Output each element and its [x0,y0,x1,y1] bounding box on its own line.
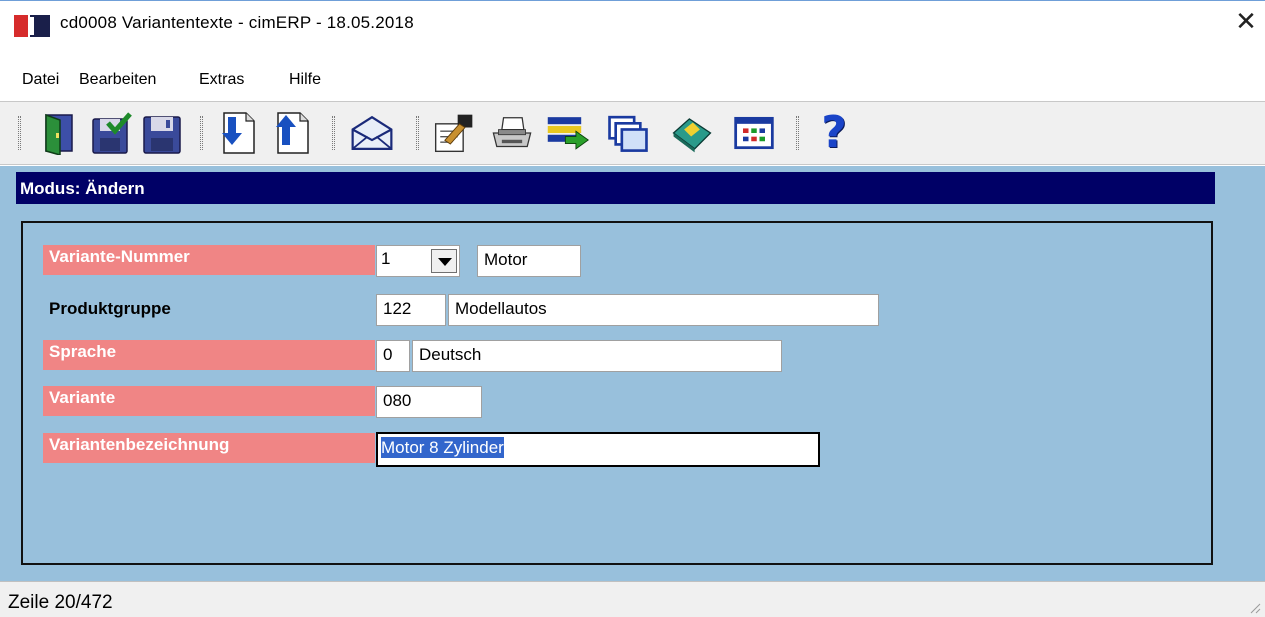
label-variante: Variante [43,386,375,416]
variante-nummer-description: Motor [477,245,581,277]
help-button[interactable]: ? [812,110,856,156]
chevron-down-icon[interactable] [431,249,457,273]
menu-extras[interactable]: Extras [199,71,244,89]
list-transfer-icon [547,117,589,150]
main-area: Modus: Ändern Variante-Nummer 1 Motor Pr… [0,166,1265,581]
label-variantenbezeichnung: Variantenbezeichnung [43,433,375,463]
produktgruppe-code-input[interactable]: 122 [376,294,446,326]
variantenbezeichnung-input[interactable]: Motor 8 Zylinder [376,432,820,467]
status-text: Zeile 20/472 [8,592,113,613]
save-check-icon [92,112,132,154]
menu-hilfe[interactable]: Hilfe [289,71,321,89]
toolbar-grip [18,116,21,150]
label-variante-nummer: Variante-Nummer [43,245,375,275]
edit-note-icon [434,114,473,153]
mode-bar: Modus: Ändern [16,172,1215,204]
exit-door-icon [45,113,73,155]
form-panel: Variante-Nummer 1 Motor Produktgruppe 12… [21,221,1213,565]
menu-bearbeiten[interactable]: Bearbeiten [79,71,156,89]
mode-text: Modus: Ändern [20,179,145,198]
move-down-icon [222,112,255,154]
book-button[interactable] [670,110,714,156]
mail-icon [351,115,393,150]
save-confirm-button[interactable] [90,110,134,156]
toolbar-separator [416,116,419,150]
variante-input[interactable]: 080 [376,386,482,418]
title-bar: cd0008 Variantentexte - cimERP - 18.05.2… [0,1,1265,41]
variante-nummer-select[interactable]: 1 [376,245,460,277]
status-bar: Zeile 20/472 [0,581,1265,617]
print-icon [492,117,532,148]
move-down-button[interactable] [214,110,258,156]
label-sprache: Sprache [43,340,375,370]
table-view-button[interactable] [732,110,776,156]
move-up-button[interactable] [268,110,312,156]
mail-button[interactable] [350,110,394,156]
toolbar: ? [0,101,1265,165]
windows-icon [608,115,648,152]
help-icon: ? [821,107,847,158]
exit-button[interactable] [38,110,82,156]
produktgruppe-name-field: Modellautos [448,294,879,326]
book-icon [672,118,712,153]
sprache-code-input[interactable]: 0 [376,340,410,372]
save-button[interactable] [140,110,184,156]
label-produktgruppe: Produktgruppe [49,299,171,318]
edit-button[interactable] [432,110,476,156]
toolbar-separator [796,116,799,150]
toolbar-separator [200,116,203,150]
close-button[interactable]: ✕ [1231,9,1261,37]
windows-button[interactable] [606,110,650,156]
selected-text: Motor 8 Zylinder [381,437,504,458]
print-button[interactable] [490,110,534,156]
list-transfer-button[interactable] [546,110,590,156]
grid-table-icon [734,116,774,150]
window-title: cd0008 Variantentexte - cimERP - 18.05.2… [60,13,414,32]
menu-datei[interactable]: Datei [22,71,59,89]
save-icon [143,116,181,154]
move-up-icon [276,112,309,154]
toolbar-separator [332,116,335,150]
app-window: cd0008 Variantentexte - cimERP - 18.05.2… [0,0,1265,617]
resize-grip-icon[interactable] [1249,602,1261,614]
variante-nummer-value: 1 [381,249,391,268]
app-logo-icon [14,15,50,37]
sprache-name-field: Deutsch [412,340,782,372]
